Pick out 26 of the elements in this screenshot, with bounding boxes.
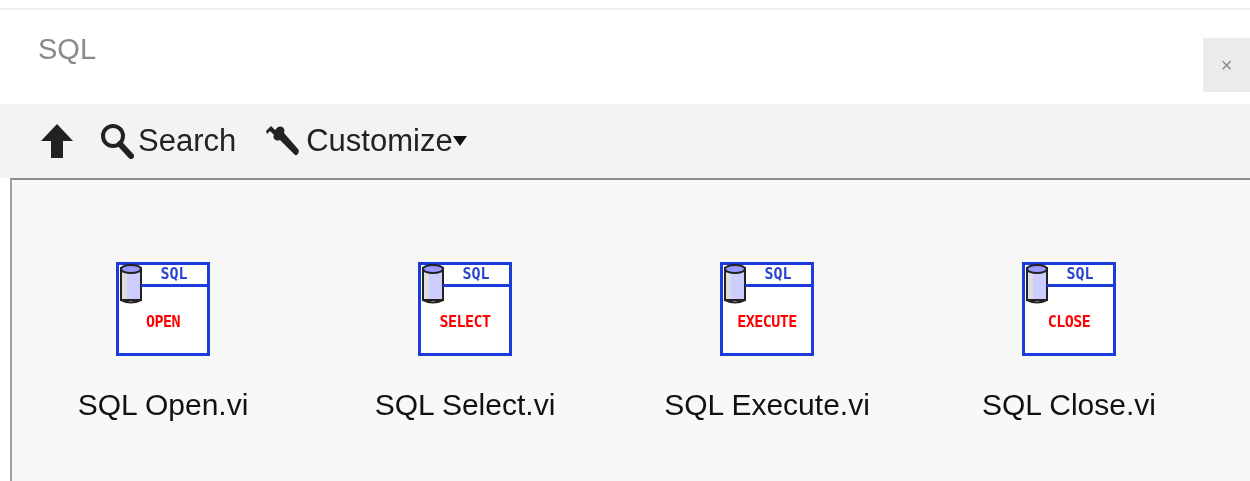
search-icon (100, 123, 134, 159)
icon-header-text: SQL (1047, 265, 1113, 287)
vi-label: SQL Close.vi (982, 387, 1156, 423)
caret-icon (452, 136, 467, 146)
icon-header-text: SQL (745, 265, 811, 287)
vi-label: SQL Execute.vi (664, 387, 870, 423)
icon-header-text: SQL (141, 265, 207, 287)
customize-button[interactable]: Customize (258, 113, 471, 169)
vi-icon[interactable]: SQL SELECT (418, 262, 512, 356)
up-arrow-icon (40, 123, 74, 159)
icon-caption-text: SELECT (438, 312, 492, 333)
database-icon (420, 263, 446, 305)
search-button[interactable]: Search (96, 113, 241, 169)
vi-label: SQL Select.vi (374, 387, 556, 423)
vi-label: SQL Open.vi (77, 387, 249, 423)
vi-icon[interactable]: SQL OPEN (116, 262, 210, 356)
vi-icon[interactable]: SQL EXECUTE (720, 262, 814, 356)
database-icon (1024, 263, 1050, 305)
icon-caption-text: EXECUTE (736, 312, 798, 333)
icon-caption-text: OPEN (144, 312, 182, 333)
icon-caption-text: CLOSE (1046, 312, 1092, 333)
database-icon (722, 263, 748, 305)
window-title: SQL (38, 32, 97, 67)
vi-icon[interactable]: SQL CLOSE (1022, 262, 1116, 356)
database-icon (118, 263, 144, 305)
icon-header-text: SQL (443, 265, 509, 287)
